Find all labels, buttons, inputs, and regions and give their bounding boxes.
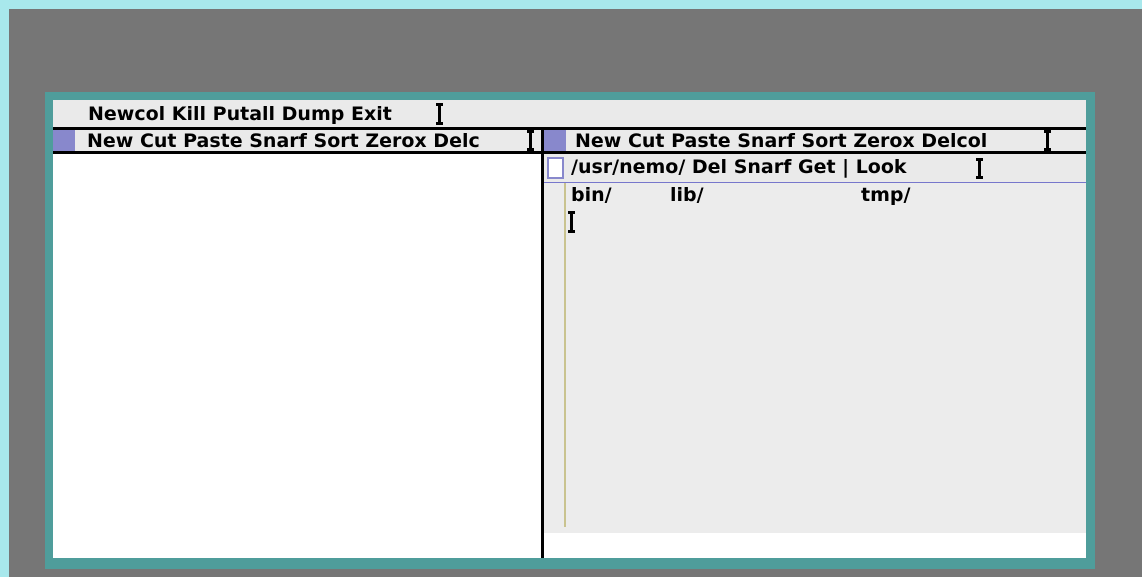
row-tag-cursor bbox=[436, 103, 443, 125]
desktop: Newcol Kill Putall Dump Exit New Cut Pas… bbox=[9, 9, 1142, 577]
column-right-handle[interactable] bbox=[544, 130, 566, 151]
column-left: New Cut Paste Snarf Sort Zerox Delc bbox=[53, 127, 541, 558]
dir-entry-lib[interactable]: lib/ bbox=[670, 183, 704, 207]
window-body-cursor bbox=[568, 211, 575, 233]
column-left-body[interactable] bbox=[53, 154, 541, 558]
column-left-tag-text[interactable]: New Cut Paste Snarf Sort Zerox Delc bbox=[87, 130, 480, 151]
column-left-tag[interactable]: New Cut Paste Snarf Sort Zerox Delc bbox=[53, 127, 541, 154]
screen: Newcol Kill Putall Dump Exit New Cut Pas… bbox=[0, 0, 1142, 577]
column-right-tag[interactable]: New Cut Paste Snarf Sort Zerox Delcol bbox=[544, 127, 1086, 154]
window-tag-cursor bbox=[976, 158, 983, 179]
dir-entry-bin[interactable]: bin/ bbox=[571, 183, 612, 207]
acme-inner: Newcol Kill Putall Dump Exit New Cut Pas… bbox=[53, 100, 1086, 558]
row-tag[interactable]: Newcol Kill Putall Dump Exit bbox=[53, 100, 1086, 127]
dir-entry-tmp[interactable]: tmp/ bbox=[861, 183, 910, 207]
window-handle[interactable] bbox=[547, 157, 564, 179]
column-left-handle[interactable] bbox=[53, 130, 75, 151]
column-left-tag-cursor bbox=[527, 130, 534, 151]
window-scrollbar[interactable] bbox=[564, 183, 566, 527]
acme-window: Newcol Kill Putall Dump Exit New Cut Pas… bbox=[45, 92, 1095, 569]
row-tag-text[interactable]: Newcol Kill Putall Dump Exit bbox=[88, 102, 392, 126]
column-right: New Cut Paste Snarf Sort Zerox Delcol /u… bbox=[544, 127, 1086, 558]
window-tag[interactable]: /usr/nemo/ Del Snarf Get | Look bbox=[544, 154, 1086, 183]
column-right-tag-cursor bbox=[1044, 130, 1051, 151]
window-tag-text[interactable]: /usr/nemo/ Del Snarf Get | Look bbox=[571, 155, 907, 179]
window-body[interactable]: bin/ lib/ tmp/ bbox=[544, 183, 1086, 533]
column-right-tag-text[interactable]: New Cut Paste Snarf Sort Zerox Delcol bbox=[575, 130, 987, 151]
